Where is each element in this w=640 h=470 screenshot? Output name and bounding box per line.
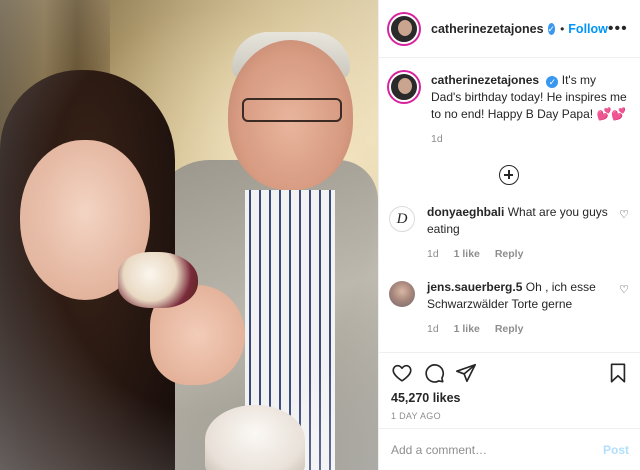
like-count[interactable]: 45,270 likes <box>391 391 629 405</box>
post-header: catherinezetajones ✓ • Follow ••• <box>379 0 640 58</box>
post-side-panel: catherinezetajones ✓ • Follow ••• cather… <box>378 0 640 470</box>
comment-meta: 1d 1 like Reply <box>427 246 629 263</box>
comment-username[interactable]: donyaeghbali <box>427 205 504 219</box>
post-caption: catherinezetajones ✓ It's my Dad's birth… <box>389 72 629 148</box>
comment-like-heart-icon[interactable]: ♡ <box>619 208 629 221</box>
heart-icon[interactable] <box>391 362 413 384</box>
reply-button[interactable]: Reply <box>495 323 524 335</box>
comment-likes[interactable]: 1 like <box>454 248 480 260</box>
comment-body: jens.sauerberg.5 Oh , ich esse Schwarzwä… <box>427 279 629 338</box>
verified-badge-icon: ✓ <box>547 22 556 35</box>
reply-button[interactable]: Reply <box>495 248 524 260</box>
comment-item: D donyaeghbali What are you guys eating … <box>389 204 629 263</box>
comment-likes[interactable]: 1 like <box>454 323 480 335</box>
comment-avatar[interactable] <box>389 281 415 307</box>
author-avatar[interactable] <box>389 13 419 44</box>
comment-input[interactable] <box>391 442 603 457</box>
caption-avatar[interactable] <box>389 72 419 102</box>
verified-badge-icon: ✓ <box>546 76 559 88</box>
author-username[interactable]: catherinezetajones <box>431 22 544 36</box>
caption-body: catherinezetajones ✓ It's my Dad's birth… <box>431 72 629 148</box>
share-icon[interactable] <box>455 362 477 384</box>
post-actions: 45,270 likes 1 DAY AGO <box>379 352 640 424</box>
load-more-comments <box>389 165 629 185</box>
photo-vignette <box>0 0 378 470</box>
comment-time[interactable]: 1d <box>427 323 439 335</box>
more-options-icon[interactable]: ••• <box>608 20 628 38</box>
comment-username[interactable]: jens.sauerberg.5 <box>427 280 522 294</box>
comment-meta: 1d 1 like Reply <box>427 321 629 338</box>
bookmark-icon[interactable] <box>607 362 629 384</box>
plus-circle-icon[interactable] <box>499 165 519 185</box>
post-date[interactable]: 1 DAY AGO <box>391 411 629 421</box>
comment-like-heart-icon[interactable]: ♡ <box>619 283 629 296</box>
comment-avatar[interactable]: D <box>389 206 415 232</box>
caption-time[interactable]: 1d <box>431 133 443 145</box>
post-comment-button[interactable]: Post <box>603 443 629 457</box>
post-photo[interactable] <box>0 0 378 470</box>
action-icons <box>391 361 629 385</box>
follow-button[interactable]: Follow <box>568 22 608 36</box>
add-comment-bar: Post <box>379 428 640 470</box>
comment-item: jens.sauerberg.5 Oh , ich esse Schwarzwä… <box>389 279 629 338</box>
caption-meta: 1d <box>431 131 629 148</box>
comment-icon[interactable] <box>423 362 445 384</box>
comment-body: donyaeghbali What are you guys eating 1d… <box>427 204 629 263</box>
caption-username[interactable]: catherinezetajones <box>431 73 539 87</box>
comments-section[interactable]: catherinezetajones ✓ It's my Dad's birth… <box>379 58 640 352</box>
comment-time[interactable]: 1d <box>427 248 439 260</box>
separator-dot: • <box>560 21 565 36</box>
